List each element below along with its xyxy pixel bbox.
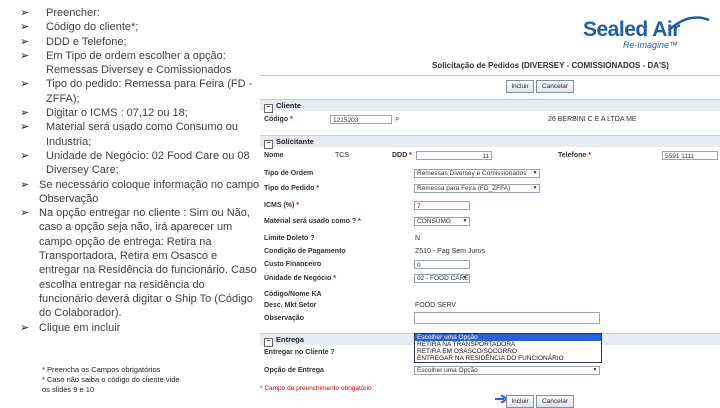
arrow-bullet-icon: ➢	[20, 35, 30, 48]
condicao-value: Z510 - Pag Sem Juros	[415, 248, 486, 255]
dropdown-option[interactable]: ENTREGAR NA RESIDÊNCIA DO FUNCIONÁRIO	[415, 355, 601, 362]
list-item: ➢ Clique em incluir	[20, 321, 121, 334]
cancelar-button[interactable]: Cancelar	[536, 80, 574, 93]
dropdown-option[interactable]: RETIRA NA TRANSPORTADORA	[415, 341, 601, 348]
collapse-icon[interactable]: −	[264, 338, 273, 347]
codigo-label: Código *	[264, 116, 293, 123]
list-item: ➢ Digitar o ICMS : 07,12 ou 18;	[20, 107, 188, 120]
list-item: ➢ Se necessário coloque informação no cam…	[20, 178, 260, 205]
cliente-section[interactable]: − Cliente	[260, 99, 720, 113]
incluir-bottom-button[interactable]: Incluir	[506, 395, 534, 408]
arrow-bullet-icon: ➢	[20, 149, 30, 162]
list-item: ➢ Na opção entregar no cliente : Sim ou N…	[20, 207, 257, 320]
opcao-entrega-dropdown[interactable]: Escolher uma Opção RETIRA NA TRANSPORTAD…	[414, 333, 602, 363]
material-select[interactable]: CONSUMO ▼	[414, 217, 470, 226]
list-item: ➢ Em Tipo de ordem escolher a opção: Reme…	[20, 49, 232, 77]
arrow-bullet-icon: ➢	[20, 49, 30, 62]
list-item: ➢ Unidade de Negócio: 02 Food Care ou 08 …	[20, 149, 250, 177]
custo-label: Custo Financeiro	[264, 261, 322, 268]
cliente-name: 26 BERBINI C E A LTDA ME	[548, 116, 637, 123]
custo-input[interactable]: 0	[414, 260, 470, 269]
observacao-label: Observação	[264, 315, 305, 322]
list-item: ➢ Material será usado como Consumo ou Ind…	[20, 121, 238, 148]
desc-mkt-value: FOOD SERV	[415, 302, 457, 309]
footnote-line: * Caso não saiba o código do cliente vid…	[42, 375, 180, 384]
tipo-pedido-select[interactable]: Remessa para Feira (FD_ZFFA) ▼	[414, 184, 540, 193]
limite-value: N	[415, 235, 421, 242]
arrow-bullet-icon: ➢	[20, 178, 30, 191]
form-title: Solicitação de Pedidos (DIVERSEY - COMIS…	[432, 61, 669, 70]
form-header: Solicitação de Pedidos (DIVERSEY - COMIS…	[260, 55, 720, 76]
condicao-label: Condição de Pagamento	[264, 248, 346, 255]
icms-label: ICMS (%) *	[264, 202, 300, 209]
observacao-input[interactable]	[414, 312, 600, 324]
logo-tagline: Re-imagine™	[623, 40, 679, 50]
nome-label: Nome	[264, 152, 284, 159]
logo-swoosh-icon	[668, 16, 710, 31]
collapse-icon[interactable]: −	[264, 140, 273, 149]
search-icon[interactable]: ⌕	[395, 114, 399, 124]
instruction-list: ➢ Preencher: ➢ Código do cliente*; ➢ DDD e …	[20, 6, 260, 335]
chevron-down-icon: ▼	[532, 185, 538, 191]
desc-mkt-label: Desc. Mkt Setor	[264, 302, 317, 309]
opcao-entrega-select[interactable]: Escolher uma Opção ▼	[414, 366, 600, 375]
footnote-line: * Preencha os Campos obrigatórios	[42, 365, 161, 374]
arrow-bullet-icon: ➢	[20, 78, 30, 91]
unidade-select[interactable]: 02 - FOOD CARE ▼	[414, 274, 470, 283]
collapse-icon[interactable]: −	[264, 104, 273, 113]
telefone-input[interactable]: 5591 1111	[662, 151, 718, 160]
chevron-down-icon: ▼	[532, 170, 538, 176]
chevron-down-icon: ▼	[592, 367, 598, 373]
ddd-label: DDD *	[392, 152, 412, 159]
sealed-air-logo: Sealed Air Re-imagine™	[583, 16, 715, 52]
cancelar-bottom-button[interactable]: Cancelar	[536, 395, 574, 408]
ddd-input[interactable]: 11	[416, 151, 492, 160]
solicitante-section[interactable]: − Solicitante	[260, 135, 720, 149]
tipo-ordem-select[interactable]: Remessas Diversey e Comissionados ▼	[414, 169, 540, 178]
arrow-bullet-icon: ➢	[20, 107, 30, 120]
unidade-label: Unidade de Negócio *	[264, 275, 336, 282]
codigo-nome-ka-label: Código/Nome KA	[264, 291, 322, 298]
list-item: ➢ Código do cliente*;	[20, 21, 139, 34]
entregar-label: Entregar no Cliente ?	[264, 349, 335, 356]
arrow-bullet-icon: ➢	[20, 121, 30, 134]
arrow-bullet-icon: ➢	[20, 7, 30, 19]
limite-label: Limite Doleto ?	[264, 235, 315, 242]
dropdown-option[interactable]: RETIRA EM OSASCO/SOCORRO	[415, 348, 601, 355]
arrow-bullet-icon: ➢	[20, 207, 30, 220]
chevron-down-icon: ▼	[462, 275, 468, 281]
logo-wordmark: Sealed Air	[583, 18, 680, 41]
chevron-down-icon: ▼	[462, 218, 468, 224]
list-item: ➢ Preencher:	[20, 7, 100, 19]
required-note: * Campo de preenchimento obrigatório	[260, 385, 372, 392]
incluir-button[interactable]: Incluir	[506, 80, 534, 93]
list-item: ➢ DDD e Telefone;	[20, 35, 127, 48]
icms-input[interactable]: 7	[414, 201, 470, 210]
arrow-bullet-icon: ➢	[20, 21, 30, 34]
list-item: ➢ Tipo do pedido: Remessa para Feira (FD …	[20, 78, 253, 105]
dropdown-option[interactable]: Escolher uma Opção	[415, 334, 601, 341]
order-form: Solicitação de Pedidos (DIVERSEY - COMIS…	[260, 55, 720, 408]
arrow-bullet-icon: ➢	[20, 321, 30, 334]
nome-value: TCS	[335, 152, 349, 159]
telefone-label: Telefone *	[558, 152, 591, 159]
tipo-ordem-label: Tipo de Ordem	[264, 170, 314, 177]
codigo-input[interactable]: 1215203	[330, 115, 392, 124]
footnotes: * Preencha os Campos obrigatórios * Caso…	[42, 365, 180, 395]
material-label: Material será usado como ? *	[264, 218, 361, 225]
opcao-label: Opção de Entrega	[264, 367, 324, 374]
footnote-line: os slides 9 e 10	[42, 385, 95, 394]
tipo-pedido-label: Tipo do Pedido *	[264, 185, 320, 192]
